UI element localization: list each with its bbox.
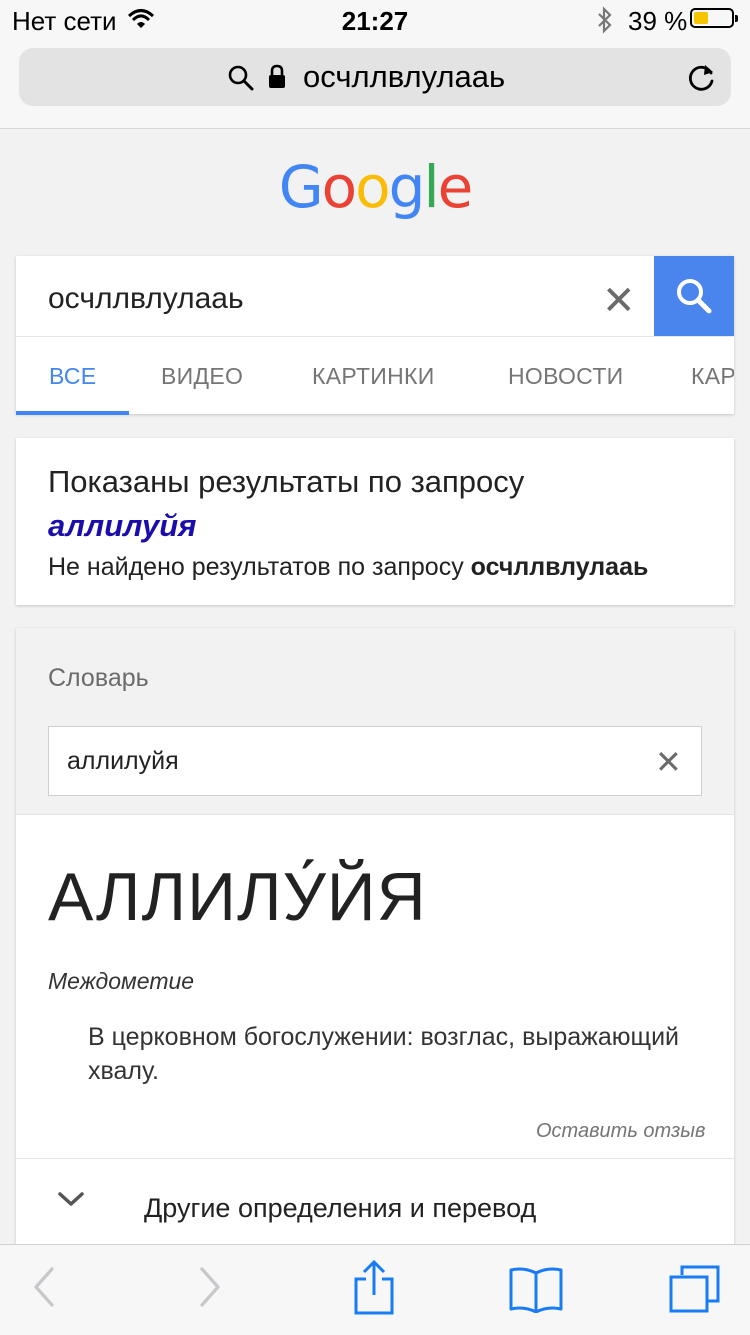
logo-letter: g <box>388 153 426 221</box>
dictionary-search-field[interactable]: аллилуйя ✕ <box>48 726 702 796</box>
lock-icon <box>267 63 287 96</box>
active-tab-indicator <box>16 411 129 415</box>
original-query-link[interactable]: осчллвлулааь <box>471 553 649 581</box>
no-results-line: Не найдено результатов по запросу осчллв… <box>48 553 648 582</box>
search-input[interactable]: осчллвлулааь <box>48 282 244 316</box>
definition: В церковном богослужении: возглас, выраж… <box>88 1023 680 1085</box>
dictionary-title: Словарь <box>48 664 149 692</box>
logo-letter: e <box>437 153 474 221</box>
search-card: осчллвлулааь ✕ ВСЕ ВИДЕО КАРТИНКИ НОВОСТ… <box>16 256 734 415</box>
search-icon <box>227 64 255 97</box>
battery-icon <box>690 8 738 28</box>
bluetooth-icon <box>596 6 614 39</box>
logo-letter: l <box>423 153 439 221</box>
tab-images[interactable]: КАРТИНКИ <box>312 363 435 390</box>
clear-search-icon[interactable]: ✕ <box>602 278 636 324</box>
forward-icon[interactable] <box>196 1265 224 1314</box>
spelling-correction-card: Показаны результаты по запросу аллилуйя … <box>16 438 734 605</box>
dictionary-search-value[interactable]: аллилуйя <box>67 747 179 776</box>
dictionary-card: Словарь аллилуйя ✕ АЛЛИЛУ́ЙЯ Междометие … <box>16 628 734 1334</box>
reload-icon[interactable] <box>687 61 717 98</box>
logo-letter: G <box>278 153 324 221</box>
headword: АЛЛИЛУ́ЙЯ <box>48 859 427 935</box>
url-text: осчллвлулааь <box>303 59 506 94</box>
corrected-query-link[interactable]: аллилуйя <box>48 508 196 544</box>
share-icon[interactable] <box>352 1259 396 1322</box>
clear-dictionary-icon[interactable]: ✕ <box>655 743 682 781</box>
no-results-label: Не найдено результатов по запросу <box>48 553 464 581</box>
feedback-link[interactable]: Оставить отзыв <box>536 1120 705 1143</box>
logo-letter: o <box>321 153 357 221</box>
search-button[interactable] <box>654 256 734 336</box>
tabs-icon[interactable] <box>668 1263 722 1320</box>
browser-chrome: осчллвлулааь <box>0 40 750 129</box>
tab-maps[interactable]: КАР <box>691 363 734 390</box>
part-of-speech: Междометие <box>48 968 195 994</box>
search-tabs: ВСЕ ВИДЕО КАРТИНКИ НОВОСТИ КАР <box>16 336 734 415</box>
logo-letter: o <box>355 153 390 221</box>
chevron-down-icon <box>56 1189 86 1214</box>
tab-news[interactable]: НОВОСТИ <box>508 363 624 390</box>
address-bar[interactable]: осчллвлулааь <box>19 48 731 106</box>
tab-all[interactable]: ВСЕ <box>49 363 96 390</box>
battery-percent: 39 % <box>628 6 688 36</box>
browser-toolbar <box>0 1244 750 1335</box>
bookmarks-icon[interactable] <box>508 1265 564 1318</box>
showing-results-label: Показаны результаты по запросу <box>48 464 525 499</box>
status-bar: Нет сети 21:27 39 % <box>0 0 750 40</box>
tab-video[interactable]: ВИДЕО <box>161 363 243 390</box>
back-icon[interactable] <box>30 1265 58 1314</box>
dictionary-header: Словарь аллилуйя ✕ <box>16 628 734 815</box>
google-logo[interactable]: Google <box>0 153 750 221</box>
more-definitions-label: Другие определения и перевод <box>144 1193 537 1223</box>
